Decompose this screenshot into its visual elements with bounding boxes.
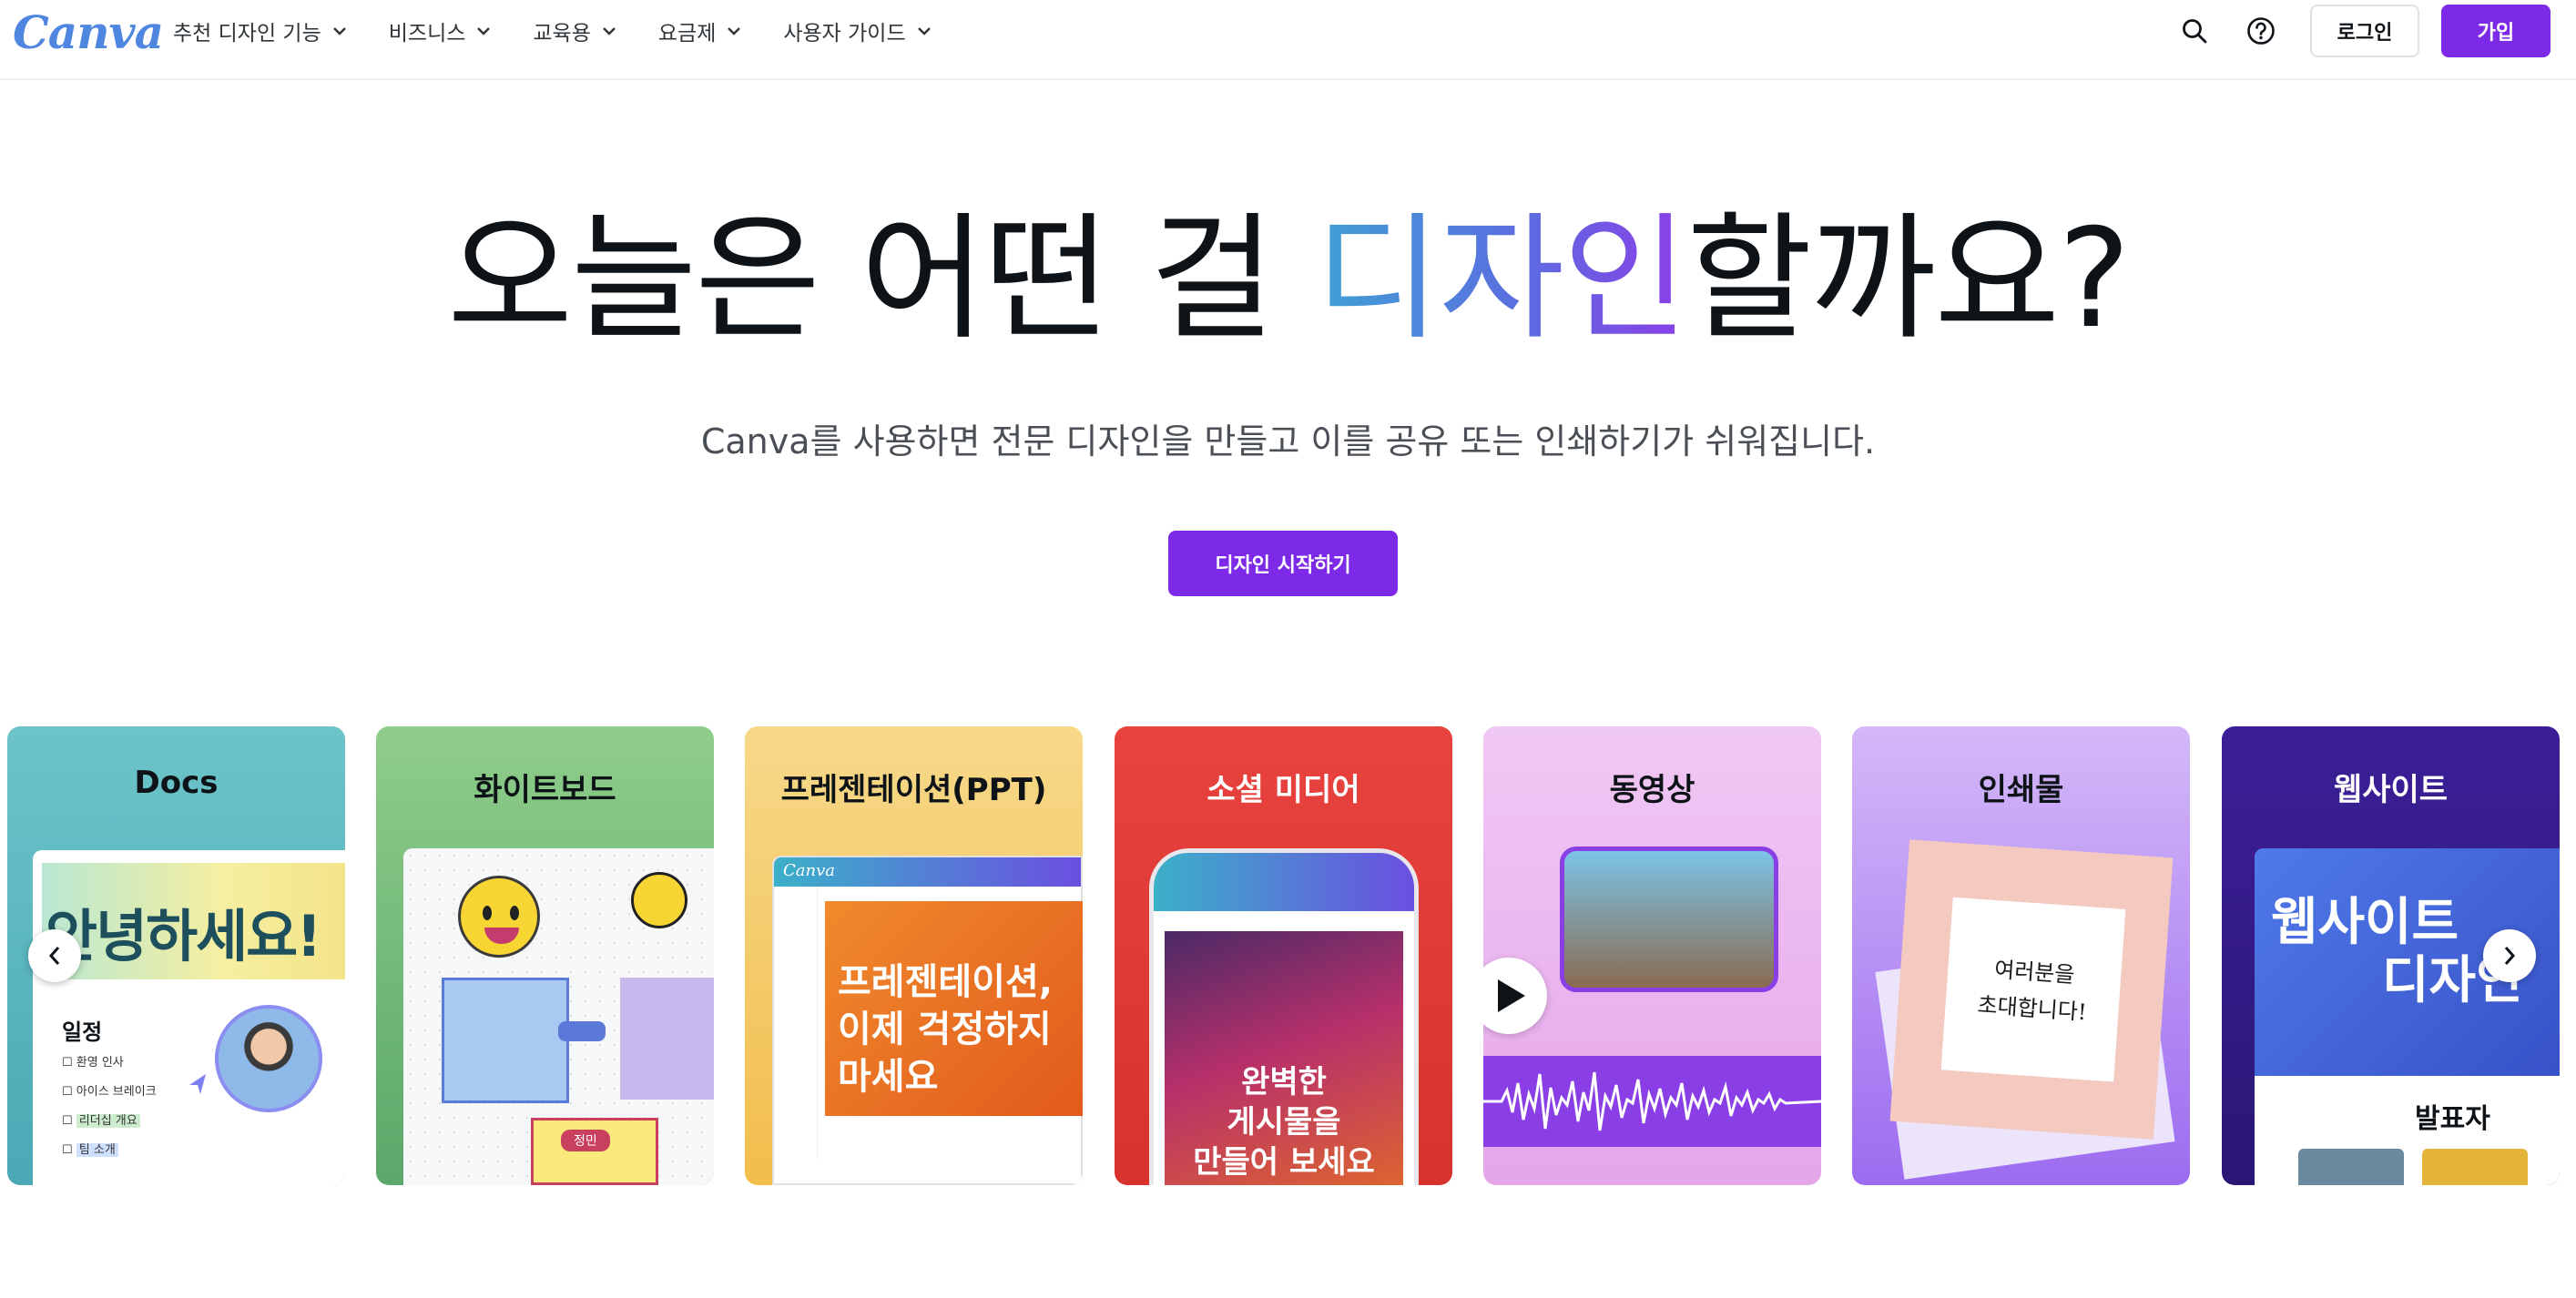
editor-toolbar: Canva (774, 857, 1081, 887)
connector-pill (558, 1021, 606, 1041)
nav-item-business[interactable]: 비즈니스 (389, 15, 492, 47)
play-icon (1498, 979, 1525, 1012)
card-social-media[interactable]: 소셜 미디어 완벽한 게시물을 만들어 보세요 (1115, 726, 1452, 1185)
hero-subtitle: Canva를 사용하면 전문 디자인을 만들고 이를 공유 또는 인쇄하기가 쉬… (700, 421, 1876, 461)
docs-schedule-item: ☐ 아이스 브레이크 (62, 1085, 157, 1099)
chevron-right-icon (2504, 947, 2516, 965)
chevron-down-icon (728, 27, 741, 35)
hero-title: 오늘은 어떤 걸 디자인할까요? (0, 202, 2576, 357)
chevron-down-icon (477, 27, 491, 35)
carousel-next-button[interactable] (2483, 929, 2536, 982)
website-preview: 웹사이트 디자인 발표자 (2255, 848, 2560, 1185)
play-button (1483, 958, 1547, 1034)
login-button[interactable]: 로그인 (2310, 5, 2419, 57)
yellow-sticky: 정민 (531, 1118, 658, 1185)
help-button[interactable] (2243, 13, 2279, 49)
nav-item-education[interactable]: 교육용 (533, 15, 616, 47)
docs-preview: 안녕하세요! 일정 ☐ 환영 인사 ☐ 아이스 브레이크 ☐ 리더십 개요 ☐ … (33, 850, 345, 1185)
start-design-button[interactable]: 디자인 시작하기 (1168, 531, 1398, 596)
carousel-prev-button[interactable] (28, 929, 81, 982)
emoji-sticker (458, 876, 540, 958)
search-icon (2183, 19, 2207, 44)
blue-frame (442, 978, 569, 1103)
nav-item-label: 비즈니스 (388, 22, 466, 46)
post-line: 완벽한 (1241, 1064, 1327, 1100)
slide-line: 마세요 (838, 1056, 939, 1098)
avatar (215, 1005, 322, 1112)
invitation-line: 여러분을 (1993, 957, 2076, 989)
card-title: Docs (134, 765, 219, 801)
invitation-inner: 여러분을 초대합니다! (1940, 897, 2126, 1082)
nav-item-label: 추천 디자인 기능 (173, 22, 321, 46)
purple-sticky (620, 978, 714, 1100)
card-video[interactable]: 동영상 (1483, 726, 1821, 1185)
nav-item-label: 요금제 (657, 22, 717, 46)
card-title: 소셜 미디어 (1207, 772, 1360, 808)
audio-waveform (1483, 1056, 1821, 1147)
docs-schedule-item: ☐ 리더십 개요 (62, 1110, 140, 1128)
hero-title-part: 오늘은 어떤 걸 (447, 200, 1316, 359)
hero-title-highlight: 디자인 (1315, 200, 1688, 359)
phone-toolbar (1154, 853, 1414, 911)
card-title: 프레젠테이션(PPT) (780, 772, 1047, 808)
presenter-photo (2422, 1149, 2528, 1185)
website-presenter-label: 발표자 (2415, 1103, 2490, 1135)
chevron-left-icon (48, 947, 60, 965)
canva-logo[interactable]: Canva (13, 5, 164, 60)
docs-greeting: 안녕하세요! (46, 903, 321, 969)
docs-schedule-heading: 일정 (62, 1019, 103, 1045)
post-line: 만들어 보세요 (1193, 1144, 1375, 1181)
chevron-down-icon (917, 27, 931, 35)
help-icon (2247, 17, 2275, 45)
invitation-line: 초대합니다! (1976, 991, 2088, 1026)
whiteboard-preview: 정민 (403, 848, 714, 1185)
card-title: 화이트보드 (473, 772, 616, 808)
docs-schedule-item: ☐ 팀 소개 (62, 1140, 118, 1157)
presenter-photo (2298, 1149, 2404, 1185)
nav-item-user-guide[interactable]: 사용자 가이드 (783, 15, 931, 47)
card-print[interactable]: 인쇄물 여러분을 초대합니다! (1852, 726, 2190, 1185)
video-frame (1560, 847, 1778, 992)
card-title: 웹사이트 (2333, 772, 2449, 808)
hero-title-part: 할까요? (1686, 200, 2131, 359)
nav-item-label: 교육용 (533, 22, 591, 46)
lightbulb-sticker (631, 872, 687, 928)
editor-logo: Canva (783, 861, 835, 880)
docs-schedule-item: ☐ 환영 인사 (62, 1056, 124, 1070)
editor-side-panel (774, 887, 818, 1160)
nav-item-pricing[interactable]: 요금제 (658, 15, 741, 47)
laptop-preview: Canva 프레젠테이션, 이제 걱정하지 마세요 (772, 856, 1083, 1185)
slide-canvas: 프레젠테이션, 이제 걱정하지 마세요 (825, 901, 1083, 1116)
card-title: 동영상 (1609, 772, 1695, 808)
card-whiteboard[interactable]: 화이트보드 정민 (376, 726, 714, 1185)
main-nav: 추천 디자인 기능 비즈니스 교육용 요금제 사용자 가이드 (173, 15, 973, 47)
chevron-down-icon (603, 27, 616, 35)
card-title: 인쇄물 (1978, 772, 2064, 808)
post-image: 완벽한 게시물을 만들어 보세요 (1165, 931, 1403, 1185)
phone-preview: 완벽한 게시물을 만들어 보세요 (1149, 848, 1419, 1185)
post-line: 게시물을 (1227, 1104, 1341, 1141)
card-presentation[interactable]: 프레젠테이션(PPT) Canva 프레젠테이션, 이제 걱정하지 마세요 (745, 726, 1083, 1185)
slide-line: 이제 걱정하지 (838, 1009, 1052, 1050)
waveform-icon (1483, 1071, 1821, 1131)
sticky-label: 정민 (561, 1130, 610, 1151)
slide-line: 프레젠테이션, (838, 961, 1053, 1003)
invitation-card: 여러분을 초대합니다! (1889, 839, 2174, 1140)
signup-button[interactable]: 가입 (2441, 5, 2551, 57)
top-navigation-bar: Canva 추천 디자인 기능 비즈니스 교육용 요금제 사용자 가이드 로그인… (0, 0, 2576, 80)
search-button[interactable] (2176, 13, 2213, 49)
nav-item-label: 사용자 가이드 (783, 22, 906, 46)
nav-item-featured-design[interactable]: 추천 디자인 기능 (173, 15, 347, 47)
chevron-down-icon (332, 27, 346, 35)
cursor-arrow-icon (189, 1074, 206, 1094)
